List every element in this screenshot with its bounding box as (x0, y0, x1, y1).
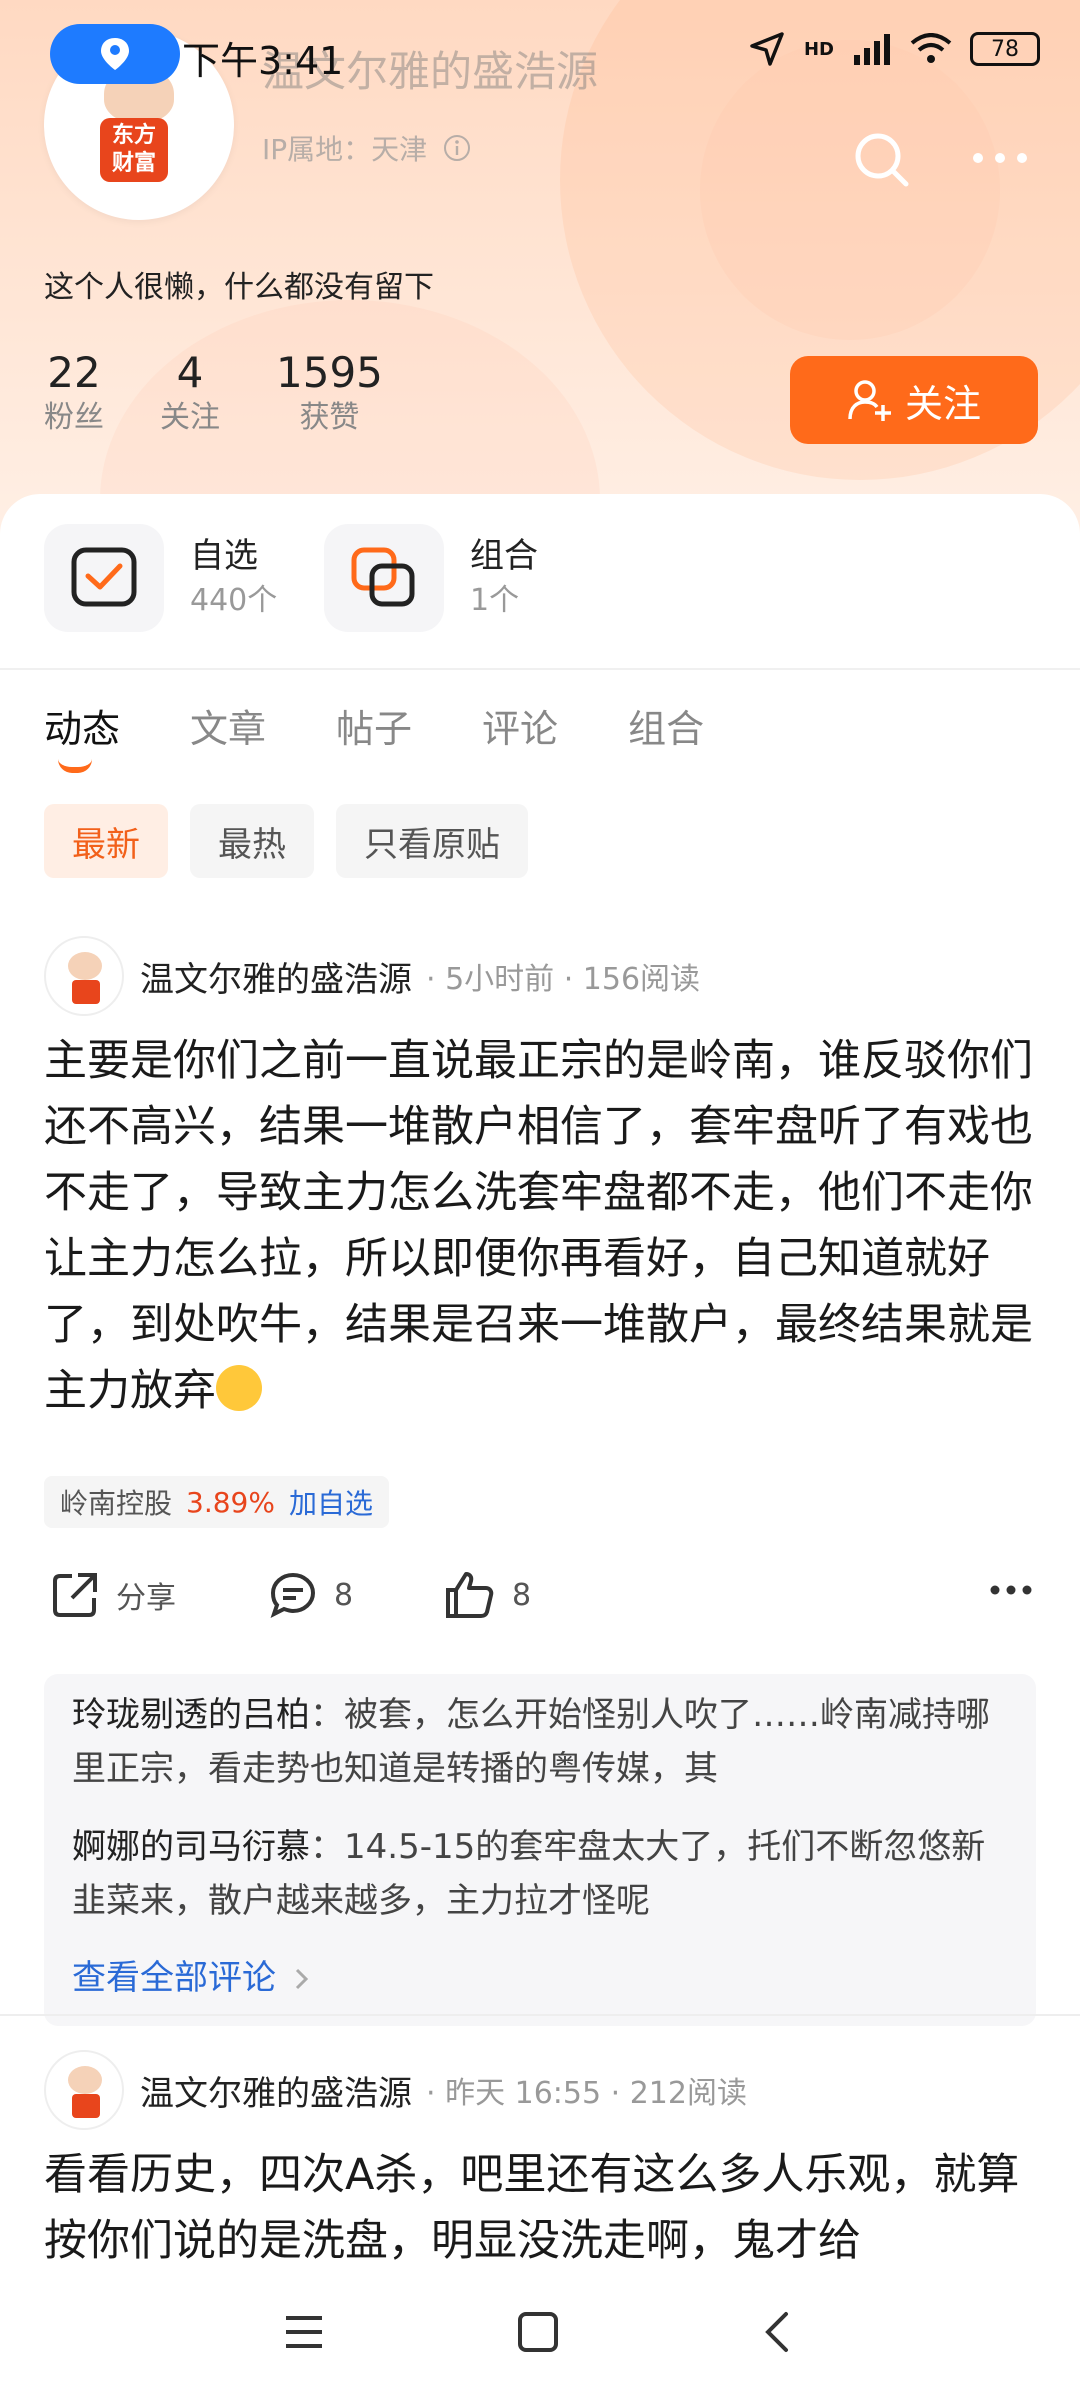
post-header: 温文尔雅的盛浩源 · 5小时前 · 156阅读 (44, 936, 700, 1016)
post-meta: · 昨天 16:55 · 212阅读 (426, 2076, 747, 2111)
share-button[interactable]: 分享 (50, 1570, 176, 1620)
signal-icon (854, 34, 890, 65)
tab-activity[interactable]: 动态 (44, 698, 120, 773)
chevron-right-icon (295, 1968, 308, 1990)
location-indicator (50, 24, 180, 84)
emoji-icon (216, 1365, 262, 1411)
profile-stats: 22 粉丝 4 关注 1595 获赞 (44, 348, 439, 438)
post-divider (0, 2014, 1080, 2016)
ip-location: IP属地：天津 (262, 128, 472, 168)
stat-label: 粉丝 (44, 400, 104, 435)
tab-portfolios[interactable]: 组合 (628, 698, 704, 753)
more-icon (990, 1585, 1032, 1595)
status-icons: HD 78 (748, 30, 1040, 68)
author-name[interactable]: 温文尔雅的盛浩源 (140, 952, 412, 1001)
network-type: HD (803, 38, 834, 60)
stat-label: 关注 (160, 400, 220, 435)
stat-value: 1595 (276, 348, 383, 397)
thumbs-up-icon (446, 1572, 494, 1618)
profile-tabs: 动态 文章 帖子 评论 组合 (44, 698, 704, 773)
post-text[interactable]: 主要是你们之前一直说最正宗的是岭南，谁反驳你们还不高兴，结果一堆散户相信了，套牢… (44, 1028, 1036, 1424)
comment-button[interactable]: 8 (268, 1570, 353, 1620)
like-button[interactable]: 8 (444, 1570, 531, 1620)
filter-hot[interactable]: 最热 (190, 804, 314, 878)
follow-label: 关注 (904, 381, 981, 426)
wifi-icon (910, 33, 952, 63)
portfolio-entry[interactable]: 组合 1个 (324, 524, 538, 632)
post-actions: 分享 8 8 (44, 1570, 1036, 1634)
post-meta: · 5小时前 · 156阅读 (426, 962, 701, 997)
filter-chips: 最新 最热 只看原贴 (44, 804, 528, 878)
post-more-button[interactable] (990, 1584, 1032, 1596)
comment-preview[interactable]: 玲珑剔透的吕柏：被套，怎么开始怪别人吹了……岭南减持哪里正宗，看走势也知道是转播… (44, 1674, 1036, 2026)
stat-following[interactable]: 4 关注 (160, 348, 220, 438)
post-reads: 212阅读 (629, 2076, 747, 2111)
watchlist-count: 440个 (190, 583, 278, 618)
bio-text: 这个人很懒，什么都没有留下 (44, 270, 434, 305)
stat-value: 4 (176, 348, 204, 397)
stock-tag[interactable]: 岭南控股 3.89% 加自选 (44, 1476, 389, 1528)
portfolio-icon (324, 524, 444, 632)
watchlist-entry[interactable]: 自选 440个 (44, 524, 277, 632)
divider (0, 668, 1080, 670)
home-icon[interactable] (516, 2310, 560, 2354)
post-body-text: 主要是你们之前一直说最正宗的是岭南，谁反驳你们还不高兴，结果一堆散户相信了，套牢… (44, 1036, 1033, 1416)
portfolio-title: 组合 (470, 536, 538, 576)
follow-button[interactable]: 关注 (790, 356, 1038, 444)
share-icon (53, 1573, 97, 1617)
watchlist-title: 自选 (190, 536, 258, 576)
post-reads: 156阅读 (582, 962, 701, 997)
stock-name: 岭南控股 (60, 1487, 173, 1520)
comment-icon (270, 1572, 316, 1618)
comment-item[interactable]: 婀娜的司马衍慕：14.5-15的套牢盘太大了，托们不断忽悠新韭菜来，散户越来越多… (72, 1820, 1002, 1928)
menu-icon[interactable] (282, 2310, 326, 2354)
author-avatar[interactable] (44, 2050, 124, 2130)
view-all-label: 查看全部评论 (72, 1958, 276, 1998)
back-icon[interactable] (756, 2310, 800, 2354)
status-bar: 下午3:41 HD 78 (0, 0, 1080, 110)
portfolio-count: 1个 (470, 583, 520, 618)
post-time: 5小时前 (445, 962, 555, 997)
location-pin-icon (101, 38, 129, 70)
tab-comments[interactable]: 评论 (482, 698, 558, 753)
post-time: 昨天 16:55 (445, 2076, 602, 2111)
add-watchlist-link[interactable]: 加自选 (289, 1482, 373, 1522)
avatar-logo: 东方 财富 (100, 118, 168, 182)
like-count: 8 (512, 1577, 532, 1613)
ip-location-text: IP属地：天津 (262, 133, 428, 166)
comment-user[interactable]: 玲珑剔透的吕柏 (72, 1695, 310, 1735)
tab-posts[interactable]: 帖子 (336, 698, 412, 753)
comment-count: 8 (334, 1577, 354, 1613)
stat-likes: 1595 获赞 (276, 348, 383, 438)
stock-change: 3.89% (186, 1485, 275, 1519)
navigation-arrow-icon (750, 32, 784, 66)
filter-original-only[interactable]: 只看原贴 (336, 804, 528, 878)
post-header: 温文尔雅的盛浩源 · 昨天 16:55 · 212阅读 (44, 2050, 747, 2130)
author-avatar[interactable] (44, 936, 124, 1016)
tab-articles[interactable]: 文章 (190, 698, 266, 753)
author-name[interactable]: 温文尔雅的盛浩源 (140, 2066, 412, 2115)
status-time: 下午3:41 (182, 39, 344, 83)
comment-user[interactable]: 婀娜的司马衍慕 (72, 1827, 310, 1867)
watchlist-icon (44, 524, 164, 632)
add-user-icon (848, 380, 891, 421)
stat-value: 22 (47, 348, 101, 397)
share-label: 分享 (116, 1581, 176, 1616)
stat-label: 获赞 (299, 400, 360, 435)
more-icon[interactable] (972, 150, 1028, 170)
system-nav-bar (0, 2270, 1080, 2400)
content-card: 自选 440个 组合 1个 动态 文章 帖子 评论 组合 最新 最热 只看原贴 … (0, 494, 1080, 2400)
search-icon[interactable] (852, 130, 912, 194)
info-icon[interactable] (442, 133, 472, 163)
filter-latest[interactable]: 最新 (44, 804, 168, 878)
battery-indicator: 78 (970, 32, 1040, 66)
comment-item[interactable]: 玲珑剔透的吕柏：被套，怎么开始怪别人吹了……岭南减持哪里正宗，看走势也知道是转播… (72, 1688, 1002, 1796)
stat-followers[interactable]: 22 粉丝 (44, 348, 104, 438)
view-all-comments-link[interactable]: 查看全部评论 (72, 1950, 311, 1999)
